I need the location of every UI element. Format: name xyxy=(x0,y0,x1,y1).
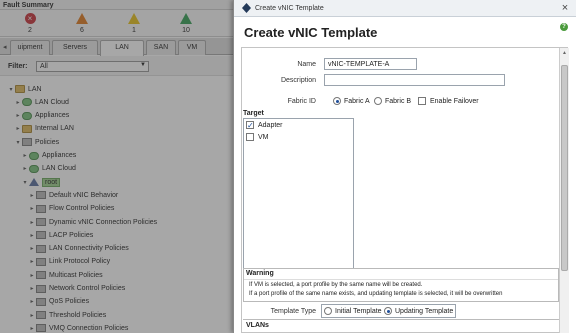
warning-line-2: If a port profile of the same name exist… xyxy=(249,291,503,297)
fabric-a-radio[interactable] xyxy=(333,97,341,105)
dialog-titlebar: Create vNIC Template × xyxy=(234,0,576,17)
template-type-group xyxy=(321,304,456,318)
vlans-label: VLANs xyxy=(246,322,269,329)
template-type-label: Template Type xyxy=(270,308,316,315)
name-input[interactable]: vNIC-TEMPLATE-A xyxy=(324,58,417,70)
fabric-b-label: Fabric B xyxy=(385,98,412,105)
warning-panel: Warning If VM is selected, a port profil… xyxy=(243,268,559,302)
vlans-divider xyxy=(243,319,559,320)
description-label: Description xyxy=(280,77,316,84)
fabric-id-label: Fabric ID xyxy=(287,98,316,105)
fabric-a-label: Fabric A xyxy=(344,98,370,105)
adapter-checkbox[interactable]: ✓ xyxy=(246,121,254,130)
vm-checkbox[interactable] xyxy=(246,133,254,141)
scroll-up-icon[interactable]: ▲ xyxy=(562,50,567,56)
warning-divider xyxy=(244,279,558,280)
description-input[interactable] xyxy=(324,74,505,86)
target-label: Target xyxy=(243,110,264,117)
form-scrollbar[interactable]: ▲ xyxy=(559,48,569,333)
warning-line-1: If VM is selected, a port profile by the… xyxy=(249,282,423,288)
dialog-window-title: Create vNIC Template xyxy=(255,5,324,12)
fabric-b-radio[interactable] xyxy=(374,97,382,105)
warning-title: Warning xyxy=(246,270,274,277)
enable-failover-checkbox[interactable] xyxy=(418,97,426,105)
scrollbar-thumb[interactable] xyxy=(561,65,568,271)
name-label: Name xyxy=(297,61,316,68)
vm-label: VM xyxy=(258,134,269,141)
close-icon[interactable]: × xyxy=(560,2,570,14)
adapter-label: Adapter xyxy=(258,122,283,129)
help-icon[interactable]: ? xyxy=(560,23,568,31)
dialog-heading: Create vNIC Template xyxy=(244,25,378,40)
app-icon xyxy=(242,3,251,13)
enable-failover-label: Enable Failover xyxy=(430,98,479,105)
target-list: ✓ Adapter VM xyxy=(243,118,354,269)
